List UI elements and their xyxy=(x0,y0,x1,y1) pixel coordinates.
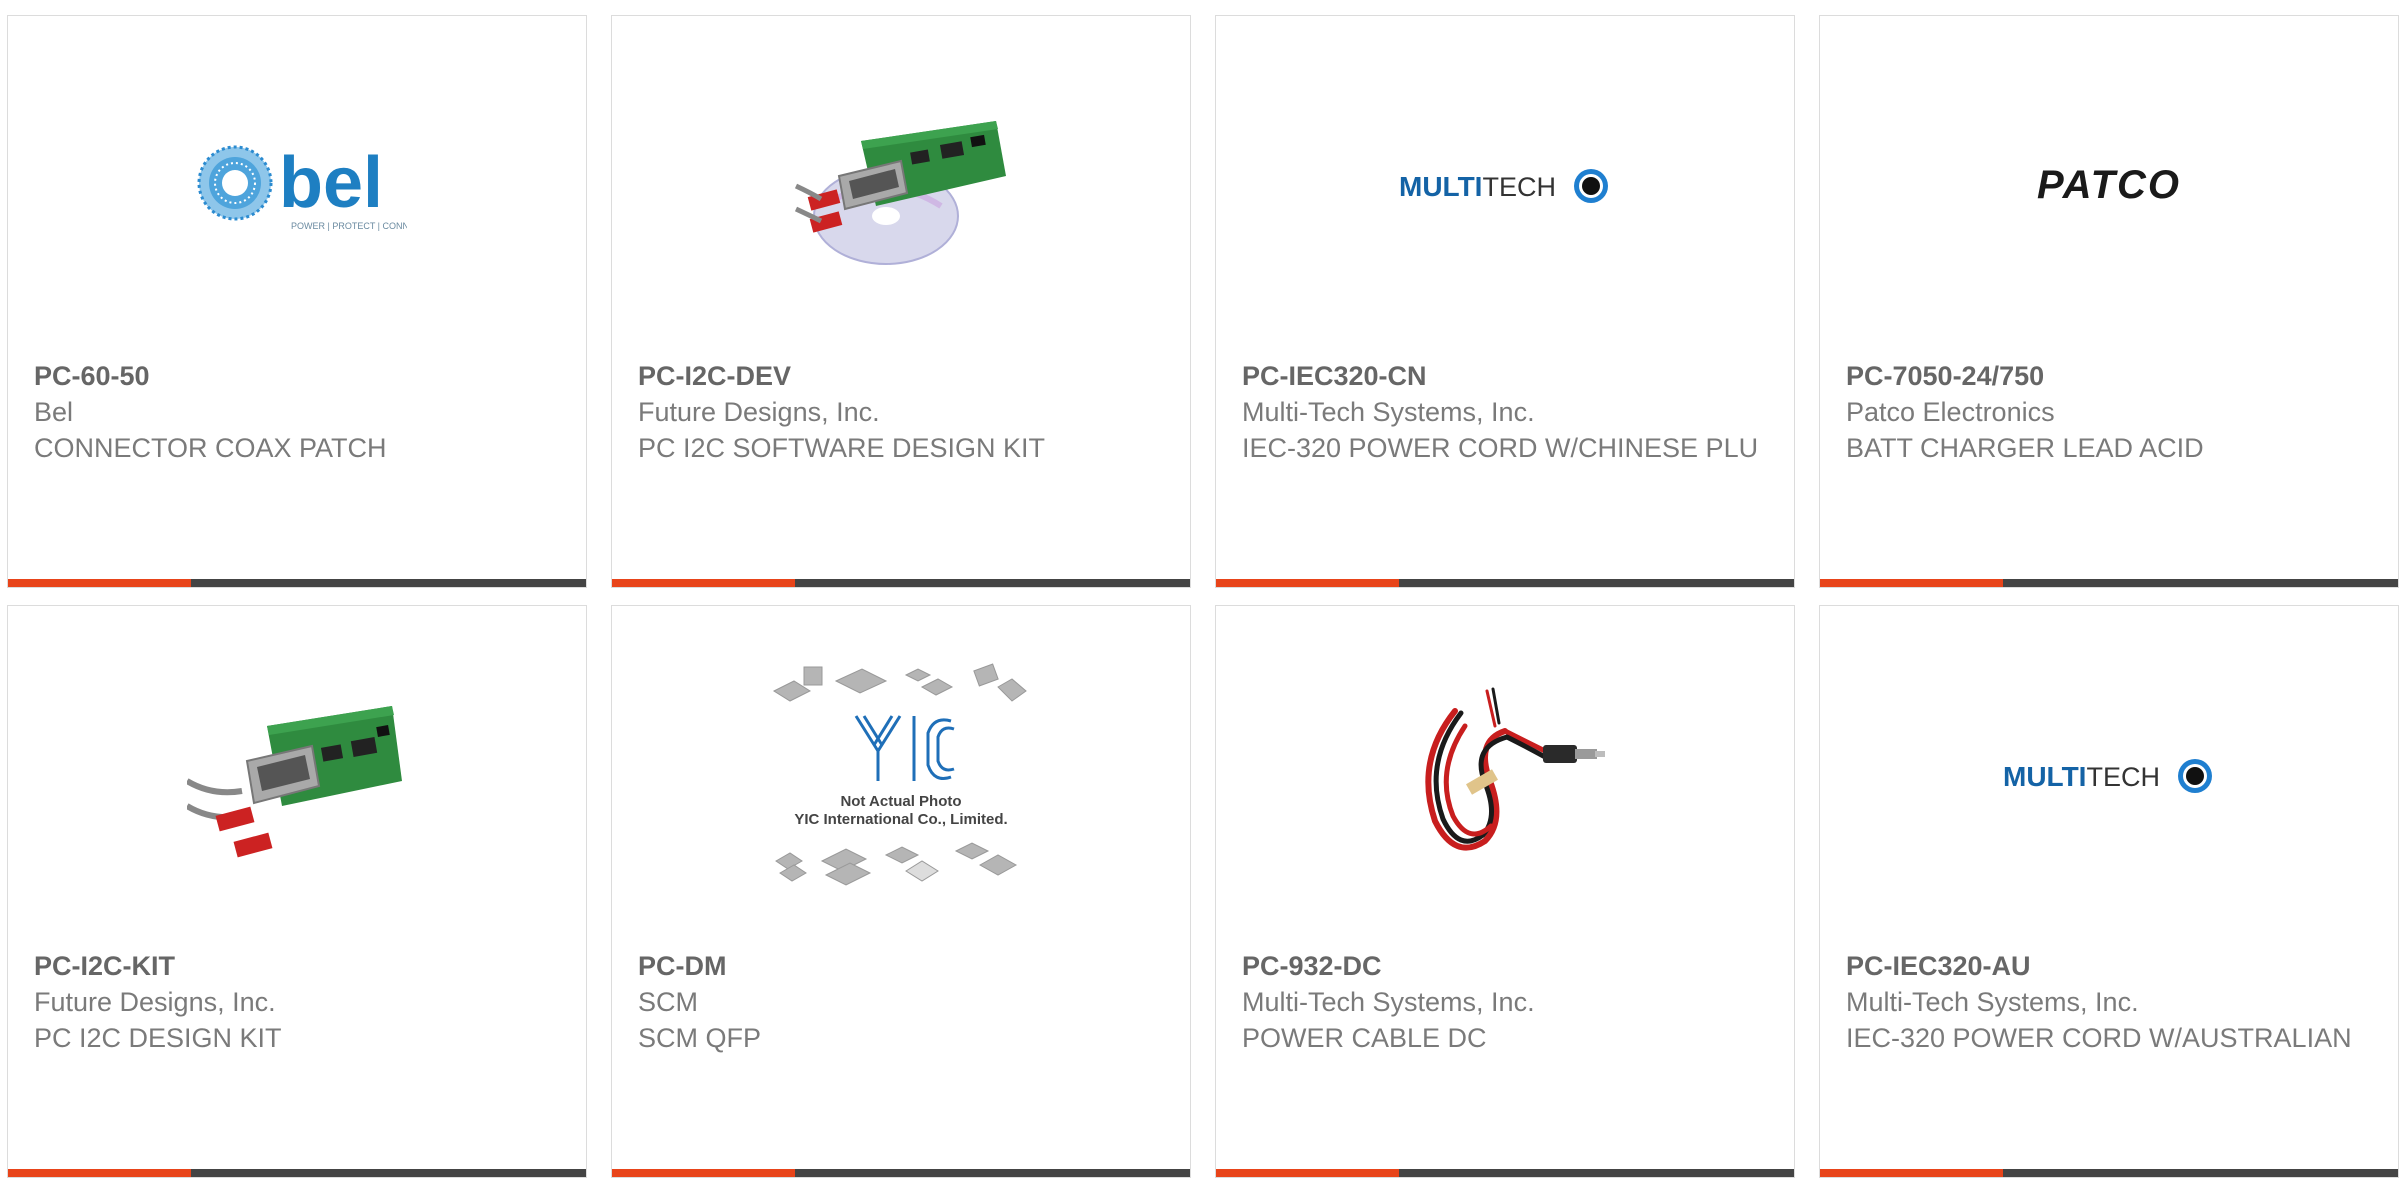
manufacturer-logo-multitech: MULTITECH xyxy=(1365,81,1645,291)
card-footer-accent xyxy=(1820,579,2003,587)
product-description: POWER CABLE DC xyxy=(1242,1023,1487,1053)
part-number[interactable]: PC-IEC320-CN xyxy=(1242,358,1768,394)
card-footer-accent xyxy=(1820,1169,2003,1177)
manufacturer-logo-multitech: MULTITECH xyxy=(1969,671,2249,881)
card-footer-accent xyxy=(1216,579,1399,587)
bel-tagline: POWER | PROTECT | CONNECT xyxy=(291,221,407,231)
patco-wordmark: PATCO xyxy=(2037,163,2181,207)
product-info: PC-IEC320-CN Multi-Tech Systems, Inc. IE… xyxy=(1242,358,1768,466)
part-number[interactable]: PC-60-50 xyxy=(34,358,560,394)
manufacturer-logo-bel: bel POWER | PROTECT | CONNECT xyxy=(157,81,437,291)
manufacturer-name: Future Designs, Inc. xyxy=(34,987,276,1017)
product-description: PC I2C SOFTWARE DESIGN KIT xyxy=(638,433,1046,463)
svg-text:MULTITECH: MULTITECH xyxy=(2003,761,2160,792)
product-info: PC-IEC320-AU Multi-Tech Systems, Inc. IE… xyxy=(1846,948,2372,1056)
product-grid: bel POWER | PROTECT | CONNECT PC-60-50 B… xyxy=(7,15,2399,1178)
product-info: PC-60-50 Bel CONNECTOR COAX PATCH xyxy=(34,358,560,466)
card-footer-bar xyxy=(612,1169,1190,1177)
part-number[interactable]: PC-DM xyxy=(638,948,1164,984)
product-description: IEC-320 POWER CORD W/CHINESE PLU xyxy=(1242,433,1759,463)
card-footer-bar xyxy=(1216,579,1794,587)
part-number[interactable]: PC-I2C-DEV xyxy=(638,358,1164,394)
manufacturer-logo-patco: PATCO xyxy=(1969,81,2249,291)
card-footer-accent xyxy=(8,579,191,587)
bel-globe-icon xyxy=(197,145,273,221)
placeholder-image-yic: Not Actual Photo YIC International Co., … xyxy=(761,656,1041,906)
manufacturer-name: SCM xyxy=(638,987,698,1017)
multitech-wordmark-light: TECH xyxy=(2086,762,2160,792)
manufacturer-name: Bel xyxy=(34,397,74,427)
product-photo-cable xyxy=(1365,671,1645,881)
card-footer-bar xyxy=(612,579,1190,587)
multitech-wordmark-bold: MULTI xyxy=(1399,171,1482,202)
multitech-circle-icon xyxy=(2178,759,2212,793)
manufacturer-name: Multi-Tech Systems, Inc. xyxy=(1846,987,2139,1017)
yic-disclaimer-line2: YIC International Co., Limited. xyxy=(794,811,1007,828)
card-footer-bar xyxy=(1216,1169,1794,1177)
yic-logo-icon xyxy=(854,715,955,781)
product-description: IEC-320 POWER CORD W/AUSTRALIAN xyxy=(1846,1023,2352,1053)
multitech-circle-icon xyxy=(1574,169,1608,203)
product-card[interactable]: Not Actual Photo YIC International Co., … xyxy=(611,605,1191,1178)
card-footer-accent xyxy=(612,579,795,587)
manufacturer-name: Future Designs, Inc. xyxy=(638,397,880,427)
product-description: SCM QFP xyxy=(638,1023,762,1053)
card-footer-bar xyxy=(1820,579,2398,587)
chip-icons-bottom xyxy=(775,842,1018,886)
product-photo-board-with-cd xyxy=(761,81,1041,291)
product-description: BATT CHARGER LEAD ACID xyxy=(1846,433,2204,463)
card-footer-bar xyxy=(1820,1169,2398,1177)
card-footer-accent xyxy=(612,1169,795,1177)
card-footer-accent xyxy=(8,1169,191,1177)
card-footer-bar xyxy=(8,1169,586,1177)
product-card[interactable]: PC-I2C-DEV Future Designs, Inc. PC I2C S… xyxy=(611,15,1191,588)
manufacturer-name: Patco Electronics xyxy=(1846,397,2055,427)
bel-wordmark: bel xyxy=(279,143,383,223)
product-info: PC-DM SCM SCM QFP xyxy=(638,948,1164,1056)
yic-disclaimer-line1: Not Actual Photo xyxy=(840,793,961,810)
product-info: PC-932-DC Multi-Tech Systems, Inc. POWER… xyxy=(1242,948,1768,1056)
product-card[interactable]: MULTITECH PC-IEC320-AU Multi-Tech System… xyxy=(1819,605,2399,1178)
product-card[interactable]: PC-932-DC Multi-Tech Systems, Inc. POWER… xyxy=(1215,605,1795,1178)
manufacturer-name: Multi-Tech Systems, Inc. xyxy=(1242,987,1535,1017)
part-number[interactable]: PC-IEC320-AU xyxy=(1846,948,2372,984)
card-footer-accent xyxy=(1216,1169,1399,1177)
chip-icons-top xyxy=(772,663,1027,702)
product-description: CONNECTOR COAX PATCH xyxy=(34,433,387,463)
part-number[interactable]: PC-7050-24/750 xyxy=(1846,358,2372,394)
product-info: PC-I2C-KIT Future Designs, Inc. PC I2C D… xyxy=(34,948,560,1056)
product-card[interactable]: MULTITECH PC-IEC320-CN Multi-Tech System… xyxy=(1215,15,1795,588)
product-info: PC-7050-24/750 Patco Electronics BATT CH… xyxy=(1846,358,2372,466)
card-footer-bar xyxy=(8,579,586,587)
svg-text:MULTITECH: MULTITECH xyxy=(1399,171,1556,202)
multitech-wordmark-light: TECH xyxy=(1482,172,1556,202)
part-number[interactable]: PC-I2C-KIT xyxy=(34,948,560,984)
product-card[interactable]: PATCO PC-7050-24/750 Patco Electronics B… xyxy=(1819,15,2399,588)
product-photo-board xyxy=(157,671,437,881)
product-info: PC-I2C-DEV Future Designs, Inc. PC I2C S… xyxy=(638,358,1164,466)
part-number[interactable]: PC-932-DC xyxy=(1242,948,1768,984)
product-card[interactable]: bel POWER | PROTECT | CONNECT PC-60-50 B… xyxy=(7,15,587,588)
product-card[interactable]: PC-I2C-KIT Future Designs, Inc. PC I2C D… xyxy=(7,605,587,1178)
product-description: PC I2C DESIGN KIT xyxy=(34,1023,282,1053)
manufacturer-name: Multi-Tech Systems, Inc. xyxy=(1242,397,1535,427)
multitech-wordmark-bold: MULTI xyxy=(2003,761,2086,792)
